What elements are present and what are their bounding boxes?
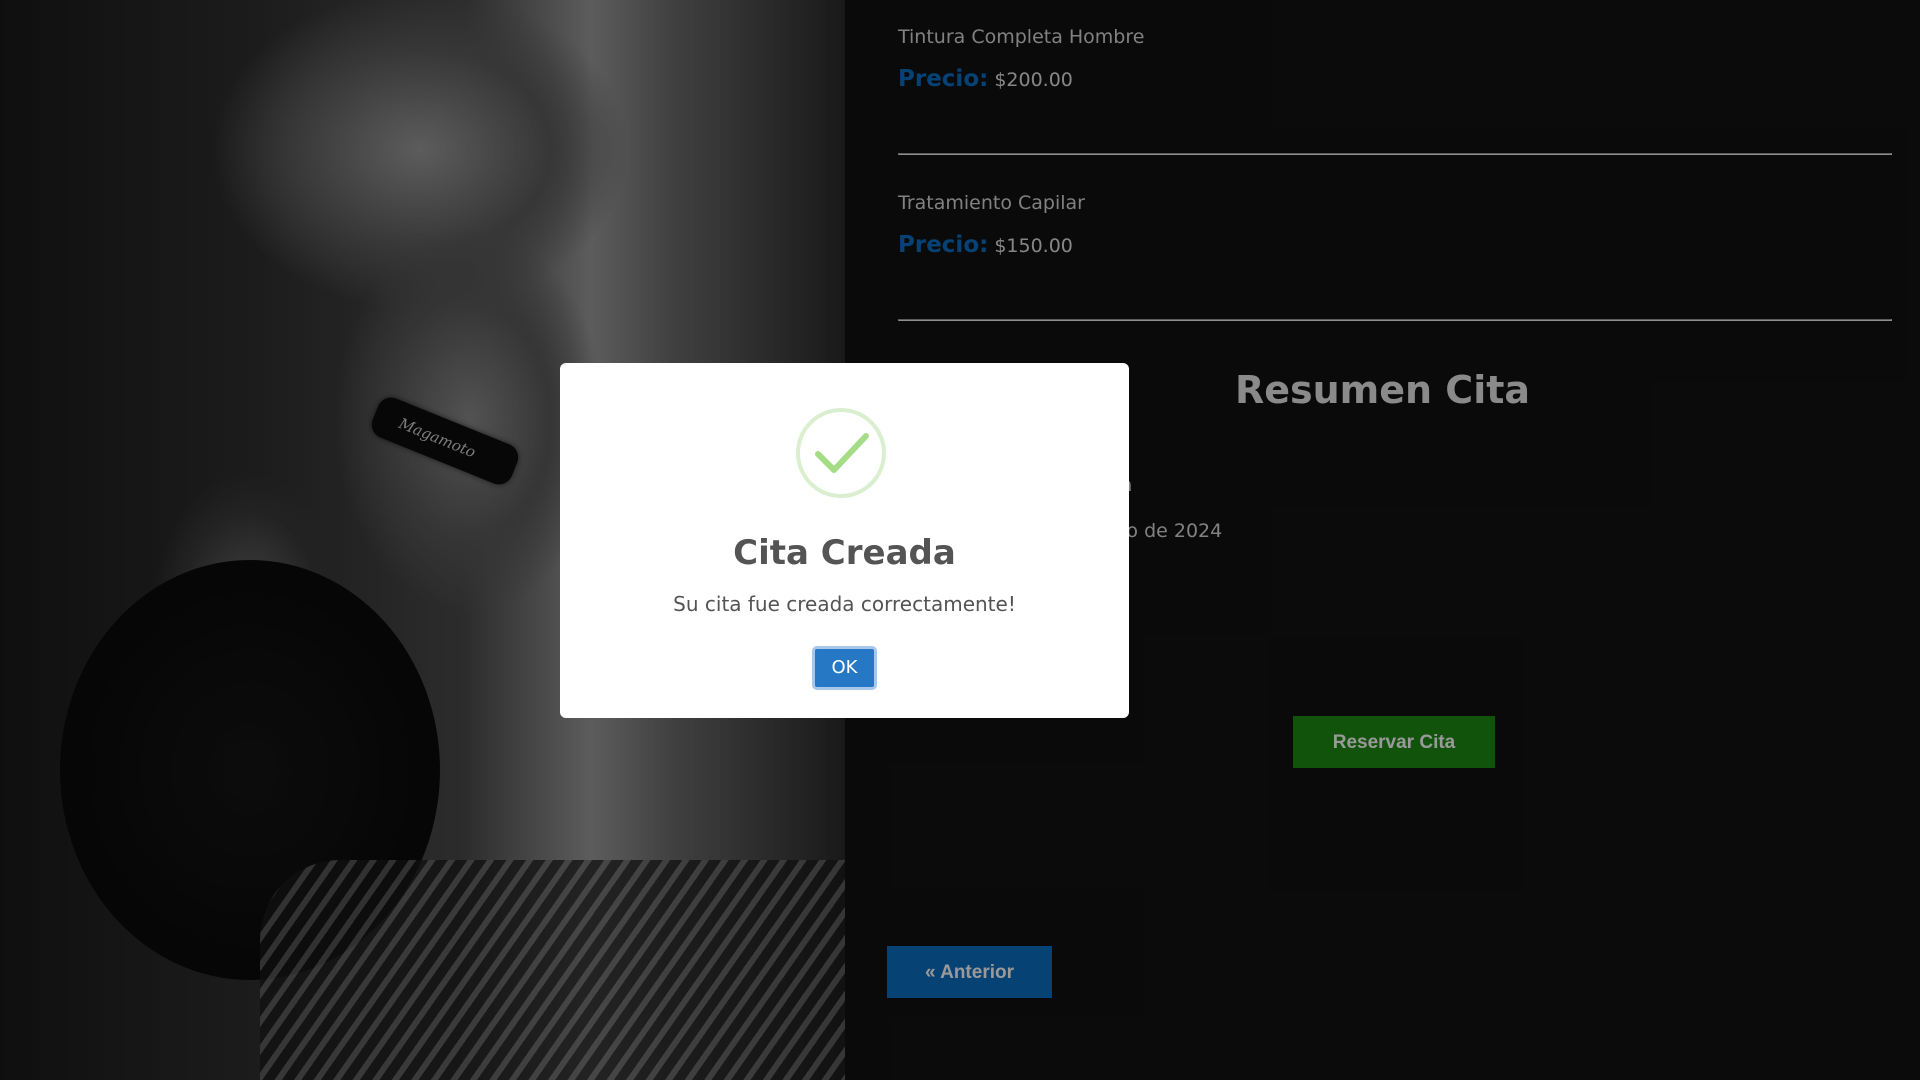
dialog-message: Su cita fue creada correctamente! bbox=[673, 592, 1016, 616]
dialog-title: Cita Creada bbox=[733, 533, 956, 573]
success-dialog: Cita Creada Su cita fue creada correctam… bbox=[560, 363, 1129, 718]
appointment-page: Magamoto Tintura Completa Hombre Precio:… bbox=[0, 0, 1920, 1080]
check-icon bbox=[796, 408, 886, 498]
ok-button[interactable]: OK bbox=[812, 646, 877, 690]
check-icon-glyph bbox=[815, 433, 869, 473]
